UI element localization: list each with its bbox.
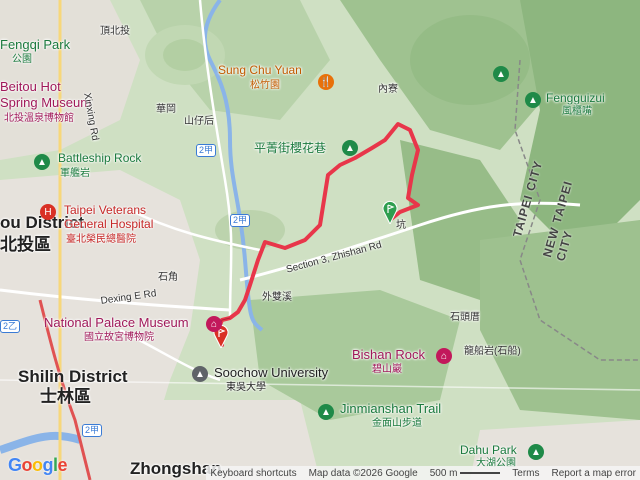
park-icon[interactable]: ▲ xyxy=(342,140,358,156)
shanzihou-label: 山仔后 xyxy=(184,116,214,127)
google-logo: Google xyxy=(8,455,68,475)
veterans-hospital-zh-label: 臺北榮民總醫院 xyxy=(66,234,136,245)
shilin-district-label: Shilin District xyxy=(18,367,128,386)
kang-label: 坑 xyxy=(396,220,406,231)
sung-chu-yuan-zh-label: 松竹園 xyxy=(250,80,280,91)
fengqi-park-zh-label: 公園 xyxy=(12,54,32,65)
route-2a-shield: 2甲 xyxy=(196,144,217,157)
soochow-label[interactable]: Soochow University xyxy=(214,365,328,380)
soochow-zh-label: 東吳大學 xyxy=(226,382,266,393)
map-data-attribution: Map data ©2026 Google xyxy=(308,467,418,479)
veterans-hospital-label-1[interactable]: Taipei Veterans xyxy=(64,203,146,217)
beitou-museum-label-1[interactable]: Beitou Hot xyxy=(0,79,61,94)
park-icon[interactable]: ▲ xyxy=(34,154,50,170)
jinmianshan-zh-label: 金面山步道 xyxy=(372,418,422,429)
park-icon[interactable]: ▲ xyxy=(318,404,334,420)
waishuangxi-label: 外雙溪 xyxy=(262,292,292,303)
beitou-district-zh-label: 北投區 xyxy=(0,235,51,254)
dahu-park-label[interactable]: Dahu Park xyxy=(460,443,517,457)
university-icon[interactable]: ▲ xyxy=(192,366,208,382)
route-2a-shield: 2甲 xyxy=(230,214,251,227)
park-icon[interactable]: ▲ xyxy=(528,444,544,460)
route-2a-shield: 2甲 xyxy=(82,424,103,437)
sung-chu-yuan-label[interactable]: Sung Chu Yuan xyxy=(218,63,302,77)
terms-link[interactable]: Terms xyxy=(512,468,539,479)
museum-icon[interactable]: ⌂ xyxy=(206,316,222,332)
bishan-rock-zh-label: 碧山巖 xyxy=(372,364,402,375)
park-icon[interactable]: ▲ xyxy=(525,92,541,108)
bishan-rock-label[interactable]: Bishan Rock xyxy=(352,347,425,362)
battleship-rock-zh-label: 軍艦岩 xyxy=(60,168,90,179)
fengguizui-zh-label: 風櫃嘴 xyxy=(562,106,592,117)
park-icon[interactable]: ▲ xyxy=(493,66,509,82)
route-2yi-shield: 2乙 xyxy=(0,320,21,333)
shitoucuo-label: 石頭厝 xyxy=(450,312,480,323)
hospital-icon[interactable]: H xyxy=(40,204,56,220)
huagang-label: 華岡 xyxy=(156,104,176,115)
palace-museum-zh-label: 國立故宮博物院 xyxy=(84,332,154,343)
beitou-museum-label-2[interactable]: Spring Museum xyxy=(0,95,91,110)
scale-label: 500 m xyxy=(430,468,501,479)
longchuanyan-label: 龍船岩(石船) xyxy=(464,346,521,357)
shilin-district-zh-label: 士林區 xyxy=(40,387,91,406)
fengguizui-label[interactable]: Fengguizui xyxy=(546,91,605,105)
fengqi-park-label[interactable]: Fengqi Park xyxy=(0,37,70,52)
pingjing-street-label[interactable]: 平菁街櫻花巷 xyxy=(254,141,326,155)
map-footer: Keyboard shortcuts Map data ©2026 Google… xyxy=(206,466,640,480)
report-error-link[interactable]: Report a map error xyxy=(552,468,636,479)
palace-museum-label[interactable]: National Palace Museum xyxy=(44,315,189,330)
temple-icon[interactable]: ⌂ xyxy=(436,348,452,364)
veterans-hospital-label-2[interactable]: General Hospital xyxy=(64,217,153,231)
dingbeitou-label: 頂北投 xyxy=(100,26,130,37)
restaurant-icon[interactable]: 🍴 xyxy=(318,74,334,90)
neiliao-label: 內寮 xyxy=(378,84,398,95)
beitou-museum-zh-label: 北投溫泉博物館 xyxy=(4,113,74,124)
battleship-rock-label[interactable]: Battleship Rock xyxy=(58,151,141,165)
keyboard-shortcuts-link[interactable]: Keyboard shortcuts xyxy=(210,468,296,479)
jinmianshan-label[interactable]: Jinmianshan Trail xyxy=(340,401,441,416)
shijiao-label: 石角 xyxy=(158,272,178,283)
